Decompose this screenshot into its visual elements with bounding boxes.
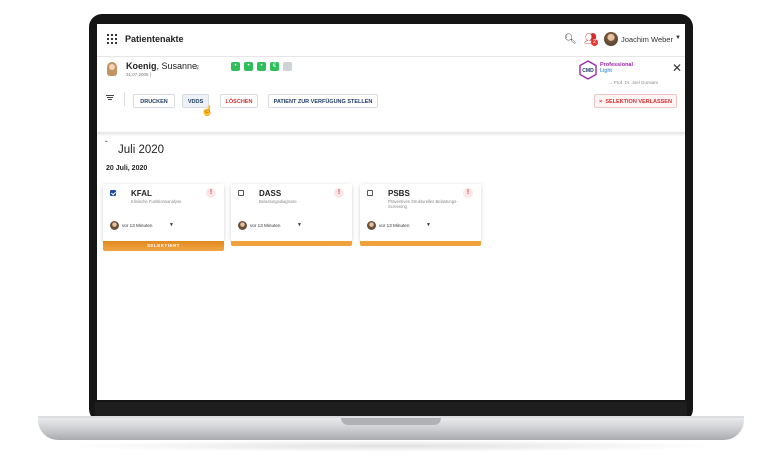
brand-line2: Light	[600, 68, 612, 74]
user-name[interactable]: Joachim Weber	[621, 35, 673, 44]
card-subtitle: Belastungsdiagnose	[259, 199, 297, 204]
hand-cursor-icon: ☝	[201, 106, 214, 117]
flag-2[interactable]: •	[244, 62, 253, 71]
warning-icon: !	[334, 188, 344, 198]
delete-button[interactable]: LÖSCHEN	[220, 94, 258, 108]
card-subtitle: Präventives Strukturelles Belastungs-Scr…	[388, 199, 458, 209]
card-psbs[interactable]: PSBS Präventives Strukturelles Belastung…	[360, 184, 481, 246]
card-time: vor 13 Minuten	[379, 223, 410, 228]
app-screen: Patientenakte 🔍︎ 👥︎ 2 Joachim Weber ▼ Ko…	[97, 24, 685, 400]
exit-selection-button[interactable]: × SELEKTION VERLASSEN	[594, 94, 677, 108]
chevron-down-icon[interactable]: ▼	[426, 222, 431, 228]
user-avatar[interactable]	[604, 32, 618, 46]
avatar	[238, 221, 247, 230]
cmd-logo: CMD	[579, 60, 597, 80]
checkbox[interactable]	[110, 190, 116, 196]
avatar	[110, 221, 119, 230]
chevron-down-icon[interactable]: ▼	[169, 222, 174, 228]
exit-label: SELEKTION VERLASSEN	[605, 99, 672, 105]
apps-grid-icon[interactable]	[107, 34, 117, 44]
card-title: KFAL	[131, 189, 152, 198]
flag-5[interactable]	[283, 62, 292, 71]
flag-1[interactable]: •	[231, 62, 240, 71]
chevron-down-icon[interactable]: ▼	[675, 35, 681, 41]
warning-icon: !	[206, 188, 216, 198]
toolbar-divider	[97, 132, 685, 134]
avatar	[367, 221, 376, 230]
card-dass[interactable]: DASS Belastungsdiagnose ! vor 13 Minuten…	[231, 184, 352, 246]
close-icon[interactable]: ✕	[672, 62, 682, 74]
female-icon: ♀	[194, 62, 201, 72]
card-kfal[interactable]: KFAL Klinische Funktionsanalyse ! vor 13…	[103, 184, 224, 251]
search-icon[interactable]: 🔍︎	[564, 34, 577, 45]
divider	[124, 92, 125, 106]
card-time: vor 13 Minuten	[122, 223, 153, 228]
filter-icon[interactable]	[106, 95, 114, 101]
patient-first-name: , Susanne	[156, 61, 198, 71]
warning-icon: !	[463, 188, 473, 198]
card-title: PSBS	[388, 189, 410, 198]
checkbox[interactable]	[367, 190, 373, 196]
app-title: Patientenakte	[125, 34, 184, 44]
card-bar	[360, 241, 481, 246]
exit-icon: ×	[599, 99, 603, 105]
cmd-logo-text: CMD	[582, 68, 594, 74]
laptop-notch	[341, 418, 441, 425]
collapse-chevron-icon[interactable]: ˆ	[105, 140, 108, 149]
brand-sub: → Prof. Dr. Joel Gunsam	[608, 80, 659, 85]
selected-bar: SELEKTIERT	[103, 241, 224, 251]
card-subtitle: Klinische Funktionsanalyse	[131, 199, 182, 204]
checkbox[interactable]	[238, 190, 244, 196]
laptop-shadow	[60, 440, 722, 452]
patient-name: Koenig, Susanne	[126, 61, 197, 71]
card-title: DASS	[259, 189, 282, 198]
card-bar	[231, 241, 352, 246]
print-button[interactable]: DRUCKEN	[133, 94, 175, 108]
patient-avatar	[107, 62, 117, 76]
chevron-down-icon[interactable]: ▼	[297, 222, 302, 228]
card-time: vor 13 Minuten	[250, 223, 281, 228]
provide-patient-button[interactable]: PATIENT ZUR VERFÜGUNG STELLEN	[268, 94, 378, 108]
patient-last-name: Koenig	[126, 61, 157, 71]
status-flags: • • • €	[231, 62, 292, 71]
patient-dob: 31.07.2005 |	[126, 72, 151, 77]
date-heading: 20 Juli, 2020	[106, 165, 148, 172]
users-badge: 2	[591, 39, 598, 46]
month-heading: Juli 2020	[118, 144, 165, 156]
flag-euro[interactable]: €	[270, 62, 279, 71]
flag-3[interactable]: •	[257, 62, 266, 71]
